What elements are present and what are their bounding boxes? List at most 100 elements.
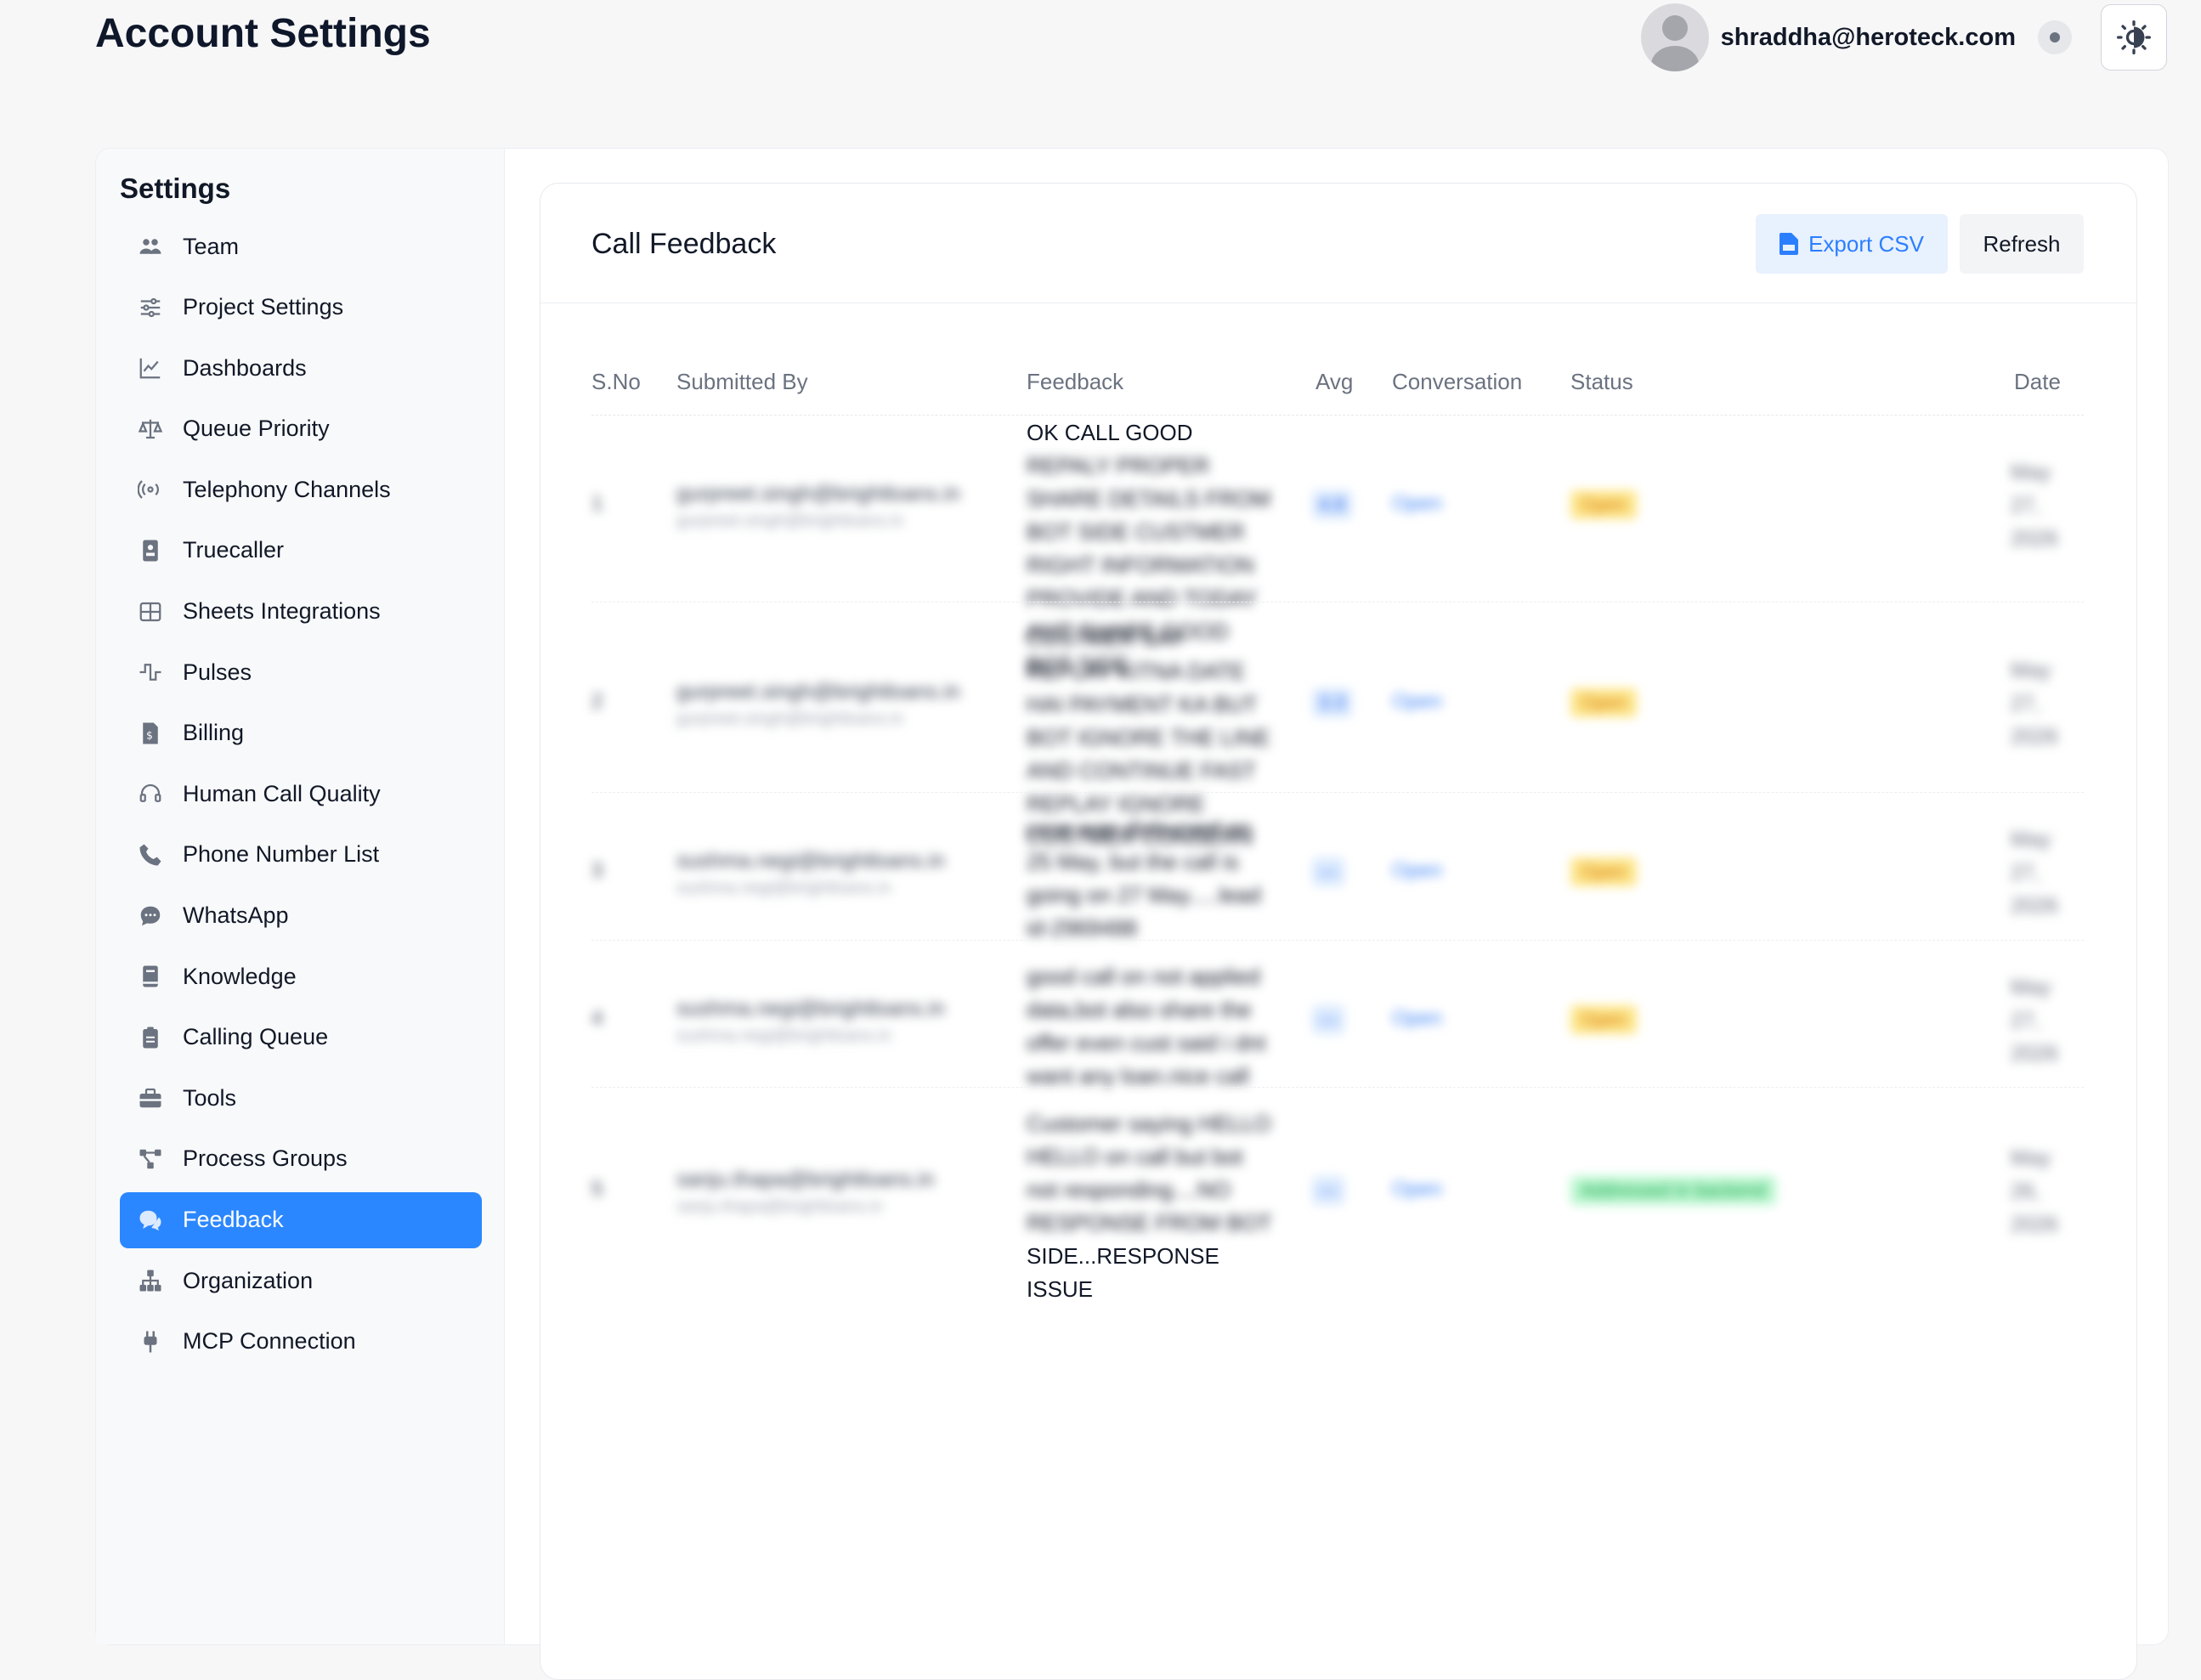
sidebar-item-dashboards[interactable]: Dashboards — [120, 340, 482, 396]
sidebar-item-project-settings[interactable]: Project Settings — [120, 280, 482, 336]
sidebar-item-label: Sheets Integrations — [183, 598, 381, 625]
broadcast-icon — [132, 471, 169, 508]
row-divider — [591, 792, 2084, 793]
sun-icon — [2117, 20, 2151, 54]
row-divider — [591, 940, 2084, 941]
settings-frame: Settings Team Project Settings Dashboards Q… — [95, 148, 2169, 1680]
header-divider — [591, 415, 2084, 416]
conversation-open-link[interactable]: Open — [1392, 492, 1442, 516]
export-csv-button[interactable]: Export CSV — [1756, 214, 1948, 274]
call-feedback-card: Call Feedback Export CSV Refresh S.No Su… — [540, 183, 2137, 1680]
plug-icon — [132, 1323, 169, 1360]
submitter-email-secondary: sanju.thapa@brightloans.in — [676, 1197, 883, 1216]
submitter-email: sushma.negi@brightloans.in — [676, 849, 945, 873]
column-header-avg[interactable]: Avg — [1316, 369, 1353, 395]
avg-score-badge: — — [1312, 1176, 1344, 1205]
row-divider — [591, 1087, 2084, 1088]
process-icon — [132, 1140, 169, 1178]
submitter-email: gurpreet.singh@brightloans.in — [676, 680, 960, 704]
row-date: May 27, 2026 — [2011, 461, 2058, 551]
svg-text:$: $ — [146, 728, 153, 741]
row-submitted-by: gurpreet.singh@brightloans.in gurpreet.si… — [676, 680, 960, 729]
sidebar-item-label: Queue Priority — [183, 416, 330, 442]
feedback-text: case was disbursed on 25 May, but the ca… — [1027, 816, 1261, 941]
sidebar-item-label: Team — [183, 233, 240, 259]
row-feedback: good call on not applied data,bot also s… — [1027, 960, 1273, 1093]
sidebar-item-label: Organization — [183, 1267, 314, 1293]
row-date: May 27, 2026 — [2011, 659, 2058, 749]
feedback-icon — [132, 1202, 169, 1239]
sidebar-item-organization[interactable]: Organization — [120, 1253, 482, 1309]
sidebar-nav: Team Project Settings Dashboards Queue Prio… — [120, 218, 482, 1374]
column-header-date[interactable]: Date — [2014, 369, 2061, 395]
sidebar-item-human-call-quality[interactable]: Human Call Quality — [120, 766, 482, 822]
conversation-open-link[interactable]: Open — [1392, 690, 1442, 714]
contact-card-icon — [132, 532, 169, 569]
status-badge[interactable]: Addressed in backend — [1570, 1176, 1776, 1205]
refresh-button[interactable]: Refresh — [1960, 214, 2084, 274]
status-badge[interactable]: Open — [1570, 688, 1637, 717]
invoice-icon: $ — [132, 715, 169, 752]
sidebar-item-label: Calling Queue — [183, 1024, 329, 1050]
avg-score-badge: 4.8 — [1312, 490, 1352, 519]
sidebar-item-mcp-connection[interactable]: MCP Connection — [120, 1314, 482, 1370]
export-csv-label: Export CSV — [1808, 230, 1924, 257]
status-badge[interactable]: Open — [1570, 1004, 1637, 1034]
column-header-submitted-by[interactable]: Submitted By — [676, 369, 808, 395]
feedback-text-visible: OK CALL GOOD — [1027, 420, 1193, 445]
book-icon — [132, 958, 169, 995]
row-feedback: case was disbursed on 25 May, but the ca… — [1027, 812, 1273, 945]
sidebar-item-knowledge[interactable]: Knowledge — [120, 948, 482, 1004]
column-header-feedback[interactable]: Feedback — [1027, 369, 1123, 395]
sidebar-item-label: Process Groups — [183, 1145, 348, 1172]
csv-file-icon — [1779, 233, 1799, 255]
row-submitted-by: sushma.negi@brightloans.in sushma.negi@br… — [676, 997, 945, 1046]
chart-line-icon — [132, 349, 169, 387]
sidebar-item-label: Human Call Quality — [183, 780, 381, 806]
sidebar-item-queue-priority[interactable]: Queue Priority — [120, 401, 482, 457]
row-serial: 3 — [591, 859, 603, 882]
row-feedback: Customer saying HELLO HELLO on call but … — [1027, 1107, 1273, 1306]
conversation-open-link[interactable]: Open — [1392, 859, 1442, 883]
sidebar-item-label: Project Settings — [183, 294, 344, 320]
submitter-email: gurpreet.singh@brightloans.in — [676, 482, 960, 506]
sidebar-item-label: Dashboards — [183, 354, 307, 381]
submitter-email: sushma.negi@brightloans.in — [676, 996, 945, 1021]
column-header-sno[interactable]: S.No — [591, 369, 641, 395]
row-serial: 4 — [591, 1006, 603, 1030]
row-serial: 1 — [591, 492, 603, 515]
card-title: Call Feedback — [591, 228, 777, 260]
gear-icon[interactable] — [2038, 20, 2072, 54]
sidebar-item-sheets-integrations[interactable]: Sheets Integrations — [120, 584, 482, 640]
status-badge[interactable]: Open — [1570, 490, 1637, 519]
sliders-icon — [132, 289, 169, 326]
row-serial: 2 — [591, 690, 603, 713]
theme-toggle-button[interactable] — [2101, 4, 2167, 71]
grid-icon — [132, 593, 169, 631]
toolbox-icon — [132, 1079, 169, 1117]
sidebar-item-label: Feedback — [183, 1207, 284, 1232]
sidebar-item-pulses[interactable]: Pulses — [120, 644, 482, 700]
conversation-open-link[interactable]: Open — [1392, 1007, 1442, 1031]
row-date: May 27, 2026 — [2011, 828, 2058, 918]
status-badge[interactable]: Open — [1570, 857, 1637, 886]
sidebar-item-tools[interactable]: Tools — [120, 1070, 482, 1126]
row-submitted-by: gurpreet.singh@brightloans.in gurpreet.si… — [676, 482, 960, 531]
row-submitted-by: sanju.thapa@brightloans.in sanju.thapa@br… — [676, 1168, 934, 1217]
avatar[interactable] — [1640, 3, 1709, 71]
sidebar-item-process-groups[interactable]: Process Groups — [120, 1131, 482, 1187]
user-email[interactable]: shraddha@heroteck.com — [1721, 24, 2016, 52]
column-header-conversation[interactable]: Conversation — [1392, 369, 1522, 395]
conversation-open-link[interactable]: Open — [1392, 1178, 1442, 1202]
sidebar-item-billing[interactable]: $ Billing — [120, 705, 482, 761]
sidebar-item-whatsapp[interactable]: WhatsApp — [120, 888, 482, 944]
sidebar-item-phone-number-list[interactable]: Phone Number List — [120, 827, 482, 883]
column-header-status[interactable]: Status — [1570, 369, 1633, 395]
sidebar-item-feedback[interactable]: Feedback — [120, 1191, 482, 1248]
sidebar-item-telephony-channels[interactable]: Telephony Channels — [120, 461, 482, 518]
row-submitted-by: sushma.negi@brightloans.in sushma.negi@br… — [676, 849, 945, 898]
sidebar-item-calling-queue[interactable]: Calling Queue — [120, 1010, 482, 1066]
headset-icon — [132, 775, 169, 812]
sidebar-item-truecaller[interactable]: Truecaller — [120, 523, 482, 579]
sidebar-item-team[interactable]: Team — [120, 218, 482, 274]
